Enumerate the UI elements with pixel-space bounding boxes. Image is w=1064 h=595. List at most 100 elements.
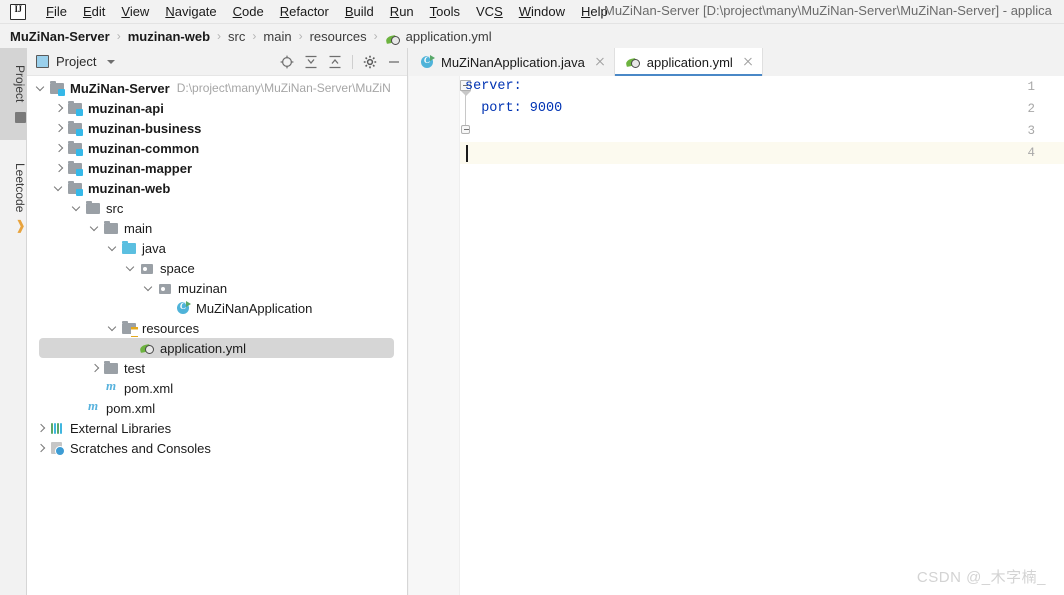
tree-node-label: main (124, 220, 153, 236)
tool-tab-project[interactable]: Project (0, 48, 27, 140)
tree-node-main[interactable]: main (27, 218, 407, 238)
chevron-down-icon[interactable] (143, 282, 156, 295)
scratches-icon (49, 440, 65, 456)
menu-item-navigate[interactable]: Navigate (157, 1, 224, 23)
module-folder-icon (67, 100, 83, 116)
editor-gutter[interactable] (409, 76, 460, 595)
editor-tab-muzinanapplication-java[interactable]: MuZiNanApplication.java (409, 48, 615, 76)
left-tool-strip: Project Leetcode ❰ (0, 48, 27, 595)
folder-icon (85, 200, 101, 216)
code-fold-end-icon[interactable] (461, 125, 470, 134)
idea-window: File Edit View Navigate Code Refactor Bu… (0, 0, 1064, 595)
breadcrumb-item-1[interactable]: muzinan-web (128, 29, 210, 44)
chevron-down-icon[interactable] (89, 222, 102, 235)
tree-node-muzinanapplication[interactable]: MuZiNanApplication (27, 298, 407, 318)
tree-node-src[interactable]: src (27, 198, 407, 218)
chevron-down-icon[interactable] (35, 82, 48, 95)
tree-node-muzinan-common[interactable]: muzinan-common (27, 138, 407, 158)
tree-node-resources[interactable]: resources (27, 318, 407, 338)
chevron-down-icon[interactable] (125, 262, 138, 275)
menu-item-edit[interactable]: Edit (75, 1, 113, 23)
menu-item-run[interactable]: Run (382, 1, 422, 23)
tree-node-muzinan-web[interactable]: muzinan-web (27, 178, 407, 198)
module-folder-icon (67, 140, 83, 156)
chevron-down-icon[interactable] (107, 322, 120, 335)
chevron-right-icon[interactable] (89, 362, 102, 375)
chevron-down-icon[interactable] (107, 242, 120, 255)
chevron-right-icon[interactable] (53, 102, 66, 115)
tree-node-scratches-and-consoles[interactable]: Scratches and Consoles (27, 438, 407, 458)
menu-item-code[interactable]: Code (225, 1, 272, 23)
close-icon[interactable] (742, 56, 754, 68)
editor-tab-application-yml[interactable]: application.yml (614, 48, 763, 76)
settings-gear-icon[interactable] (363, 55, 377, 69)
menu-item-refactor[interactable]: Refactor (272, 1, 337, 23)
tree-node-pom-xml[interactable]: pom.xml (27, 378, 407, 398)
module-folder-icon (67, 160, 83, 176)
tree-node-external-libraries[interactable]: External Libraries (27, 418, 407, 438)
chevron-down-icon[interactable] (71, 202, 84, 215)
tree-node-label: muzinan-common (88, 140, 200, 156)
close-icon[interactable] (594, 56, 606, 68)
tree-node-java[interactable]: java (27, 238, 407, 258)
menu-item-vcs[interactable]: VCS (468, 1, 511, 23)
project-view-icon (36, 55, 49, 68)
chevron-right-icon[interactable] (53, 142, 66, 155)
breadcrumb-item-3[interactable]: main (263, 29, 291, 44)
expand-all-icon[interactable] (304, 55, 318, 69)
tree-node-label: java (142, 240, 166, 256)
tool-tab-leetcode[interactable]: Leetcode ❰ (0, 148, 27, 248)
tree-arrow-spacer (71, 402, 84, 415)
tree-node-label: muzinan-business (88, 120, 202, 136)
project-tree: MuZiNan-Server D:\project\many\MuZiNan-Se… (27, 76, 407, 458)
tree-arrow-spacer (161, 302, 174, 315)
tree-node-pom-xml[interactable]: pom.xml (27, 398, 407, 418)
tree-node-muzinan-business[interactable]: muzinan-business (27, 118, 407, 138)
breadcrumb-item-4[interactable]: resources (310, 29, 367, 44)
collapse-all-icon[interactable] (328, 55, 342, 69)
breadcrumb-item-2[interactable]: src (228, 29, 245, 44)
toolbar-separator (352, 54, 353, 69)
tree-node-muzinan[interactable]: muzinan (27, 278, 407, 298)
chevron-right-icon[interactable] (35, 442, 48, 455)
chevron-right-icon[interactable] (35, 422, 48, 435)
breadcrumb-separator: › (116, 29, 121, 43)
chevron-right-icon[interactable] (53, 122, 66, 135)
select-opened-file-icon[interactable] (280, 55, 294, 69)
breadcrumb-item-5[interactable]: application.yml (406, 29, 492, 44)
menu-item-build[interactable]: Build (337, 1, 382, 23)
code-line-1: server: (465, 79, 522, 94)
tree-arrow-spacer (125, 342, 138, 355)
tree-node-label: muzinan-api (88, 100, 164, 116)
hide-icon[interactable] (387, 55, 401, 69)
window-title: MuZiNan-Server [D:\project\many\MuZiNan-… (604, 3, 1052, 18)
chevron-right-icon[interactable] (53, 162, 66, 175)
chevron-down-icon[interactable] (107, 59, 116, 64)
project-icon (14, 111, 26, 123)
tree-node-muzinan-api[interactable]: muzinan-api (27, 98, 407, 118)
tree-node-muzinan-mapper[interactable]: muzinan-mapper (27, 158, 407, 178)
chevron-down-icon[interactable] (53, 182, 66, 195)
text-caret (466, 145, 468, 162)
maven-icon (85, 398, 101, 416)
menu-item-window[interactable]: Window (511, 1, 573, 23)
module-folder-icon (67, 180, 83, 196)
tree-node-application-yml[interactable]: application.yml (39, 338, 394, 358)
tool-tab-project-label: Project (13, 65, 27, 103)
tree-node-label: src (106, 200, 124, 216)
tree-node-test[interactable]: test (27, 358, 407, 378)
source-root-icon (121, 240, 137, 256)
editor-tab-bar: MuZiNanApplication.java application.yml (409, 48, 1064, 76)
watermark: CSDN @_木字楠_ (916, 569, 1046, 586)
tree-node-label: External Libraries (70, 420, 172, 436)
code-editor[interactable]: 1 2 3 4 server: port: 9000 (409, 76, 1064, 595)
editor-tab-label: application.yml (646, 54, 733, 70)
code-line-2: port: 9000 (465, 101, 563, 116)
menu-item-tools[interactable]: Tools (422, 1, 468, 23)
tree-node-muzinan-server[interactable]: MuZiNan-Server D:\project\many\MuZiNan-Se… (27, 78, 407, 98)
tree-node-path-hint: D:\project\many\MuZiNan-Server\MuZiN (176, 81, 391, 95)
breadcrumb-item-0[interactable]: MuZiNan-Server (10, 29, 110, 44)
menu-item-file[interactable]: File (38, 1, 75, 23)
tree-node-space[interactable]: space (27, 258, 407, 278)
menu-item-view[interactable]: View (113, 1, 157, 23)
